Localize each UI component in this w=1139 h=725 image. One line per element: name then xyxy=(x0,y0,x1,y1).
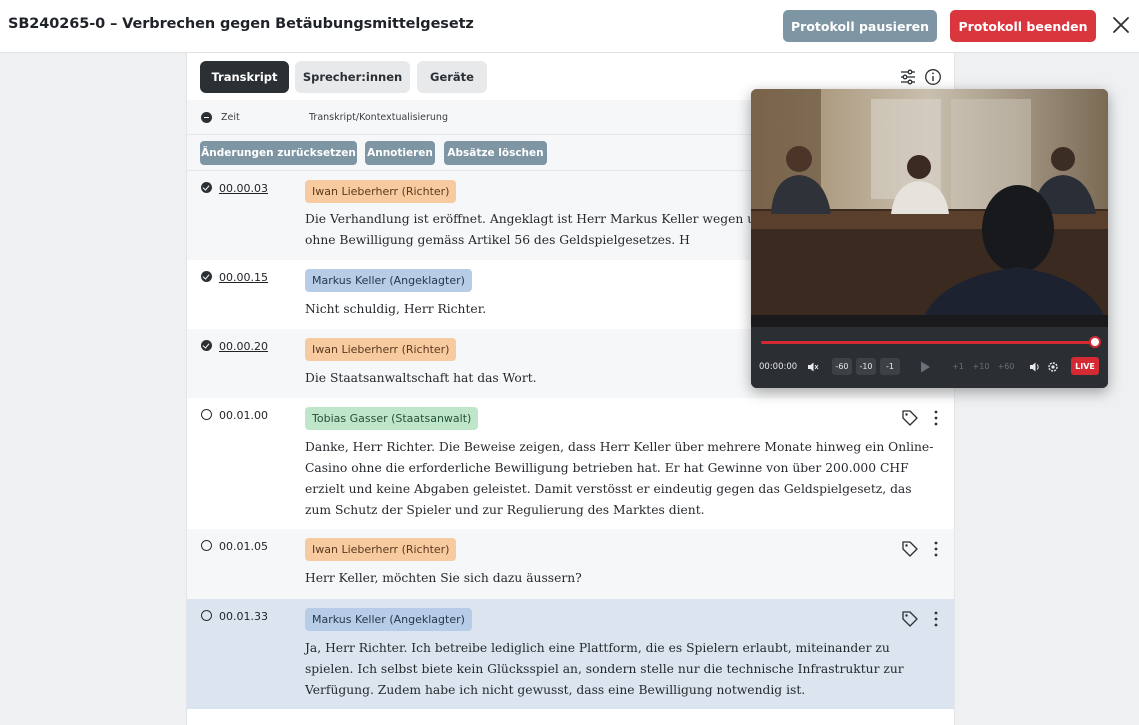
skip-fwd-1-button[interactable]: +1 xyxy=(948,358,968,375)
tag-icon[interactable] xyxy=(901,409,919,427)
video-controls: 00:00:00 -60 -10 -1 +1 +10 +60 LIVE xyxy=(751,327,1108,388)
row-text[interactable]: Ja, Herr Richter. Ich betreibe lediglich… xyxy=(305,638,935,701)
row-status-checked[interactable] xyxy=(201,340,212,351)
row-timestamp[interactable]: 00.01.33 xyxy=(219,610,268,623)
more-options-icon[interactable] xyxy=(931,610,941,628)
tag-icon[interactable] xyxy=(901,540,919,558)
row-timestamp[interactable]: 00.01.00 xyxy=(219,409,268,422)
progress-knob[interactable] xyxy=(1089,336,1101,348)
row-timestamp[interactable]: 00.00.20 xyxy=(219,340,268,353)
progress-track[interactable] xyxy=(761,341,1097,344)
row-text[interactable]: Herr Keller, möchten Sie sich dazu äusse… xyxy=(305,568,935,589)
tag-icon[interactable] xyxy=(901,610,919,628)
row-timestamp[interactable]: 00.01.05 xyxy=(219,540,268,553)
play-icon[interactable] xyxy=(918,360,932,374)
video-player[interactable]: 00:00:00 -60 -10 -1 +1 +10 +60 LIVE xyxy=(751,89,1108,388)
page-title: SB240265-0 – Verbrechen gegen Betäubungs… xyxy=(8,16,474,32)
tab-sprecher[interactable]: Sprecher:innen xyxy=(295,61,410,93)
courtroom-video-frame xyxy=(751,89,1108,327)
video-time: 00:00:00 xyxy=(759,362,798,372)
row-text[interactable]: Danke, Herr Richter. Die Beweise zeigen,… xyxy=(305,437,935,521)
skip-fwd-10-button[interactable]: +10 xyxy=(971,358,991,375)
row-status-unchecked[interactable] xyxy=(201,409,212,420)
speaker-badge[interactable]: Iwan Lieberherr (Richter) xyxy=(305,538,457,561)
skip-back-1-button[interactable]: -1 xyxy=(880,358,900,375)
tab-transkript[interactable]: Transkript xyxy=(200,61,289,93)
speaker-badge[interactable]: Iwan Lieberherr (Richter) xyxy=(305,338,457,361)
reset-changes-button[interactable]: Änderungen zurücksetzen xyxy=(200,141,357,165)
select-all-toggle[interactable] xyxy=(201,112,212,123)
header-bar: SB240265-0 – Verbrechen gegen Betäubungs… xyxy=(0,0,1139,53)
settings-gear-icon[interactable] xyxy=(1047,361,1059,373)
info-icon[interactable] xyxy=(924,68,942,86)
skip-back-10-button[interactable]: -10 xyxy=(856,358,876,375)
row-status-unchecked[interactable] xyxy=(201,540,212,551)
transcript-row[interactable]: 00.01.00 Tobias Gasser (Staatsanwalt) Da… xyxy=(187,398,954,529)
speaker-badge[interactable]: Iwan Lieberherr (Richter) xyxy=(305,180,457,203)
speaker-badge[interactable]: Markus Keller (Angeklagter) xyxy=(305,608,472,631)
column-time-label: Zeit xyxy=(221,112,240,123)
row-status-unchecked[interactable] xyxy=(201,610,212,621)
row-status-checked[interactable] xyxy=(201,271,212,282)
tab-geraete[interactable]: Geräte xyxy=(417,61,487,93)
skip-fwd-60-button[interactable]: +60 xyxy=(995,358,1017,375)
delete-paragraphs-button[interactable]: Absätze löschen xyxy=(444,141,547,165)
more-options-icon[interactable] xyxy=(931,409,941,427)
transcript-row[interactable]: 00.01.05 Iwan Lieberherr (Richter) Herr … xyxy=(187,529,954,599)
live-badge[interactable]: LIVE xyxy=(1071,357,1099,375)
pause-protocol-button[interactable]: Protokoll pausieren xyxy=(783,10,937,42)
row-status-checked[interactable] xyxy=(201,182,212,193)
mute-icon[interactable] xyxy=(807,361,819,373)
filter-sliders-icon[interactable] xyxy=(899,68,917,86)
end-protocol-button[interactable]: Protokoll beenden xyxy=(950,10,1096,42)
column-transcript-label: Transkript/Kontextualisierung xyxy=(309,112,448,123)
row-timestamp[interactable]: 00.00.03 xyxy=(219,182,268,195)
close-icon[interactable] xyxy=(1111,15,1131,35)
more-options-icon[interactable] xyxy=(931,540,941,558)
transcript-row-selected[interactable]: 00.01.33 Markus Keller (Angeklagter) Ja,… xyxy=(187,599,954,709)
skip-back-60-button[interactable]: -60 xyxy=(832,358,852,375)
speaker-badge[interactable]: Tobias Gasser (Staatsanwalt) xyxy=(305,407,479,430)
speaker-badge[interactable]: Markus Keller (Angeklagter) xyxy=(305,269,472,292)
annotate-button[interactable]: Annotieren xyxy=(365,141,435,165)
volume-icon[interactable] xyxy=(1029,361,1041,373)
row-timestamp[interactable]: 00.00.15 xyxy=(219,271,268,284)
